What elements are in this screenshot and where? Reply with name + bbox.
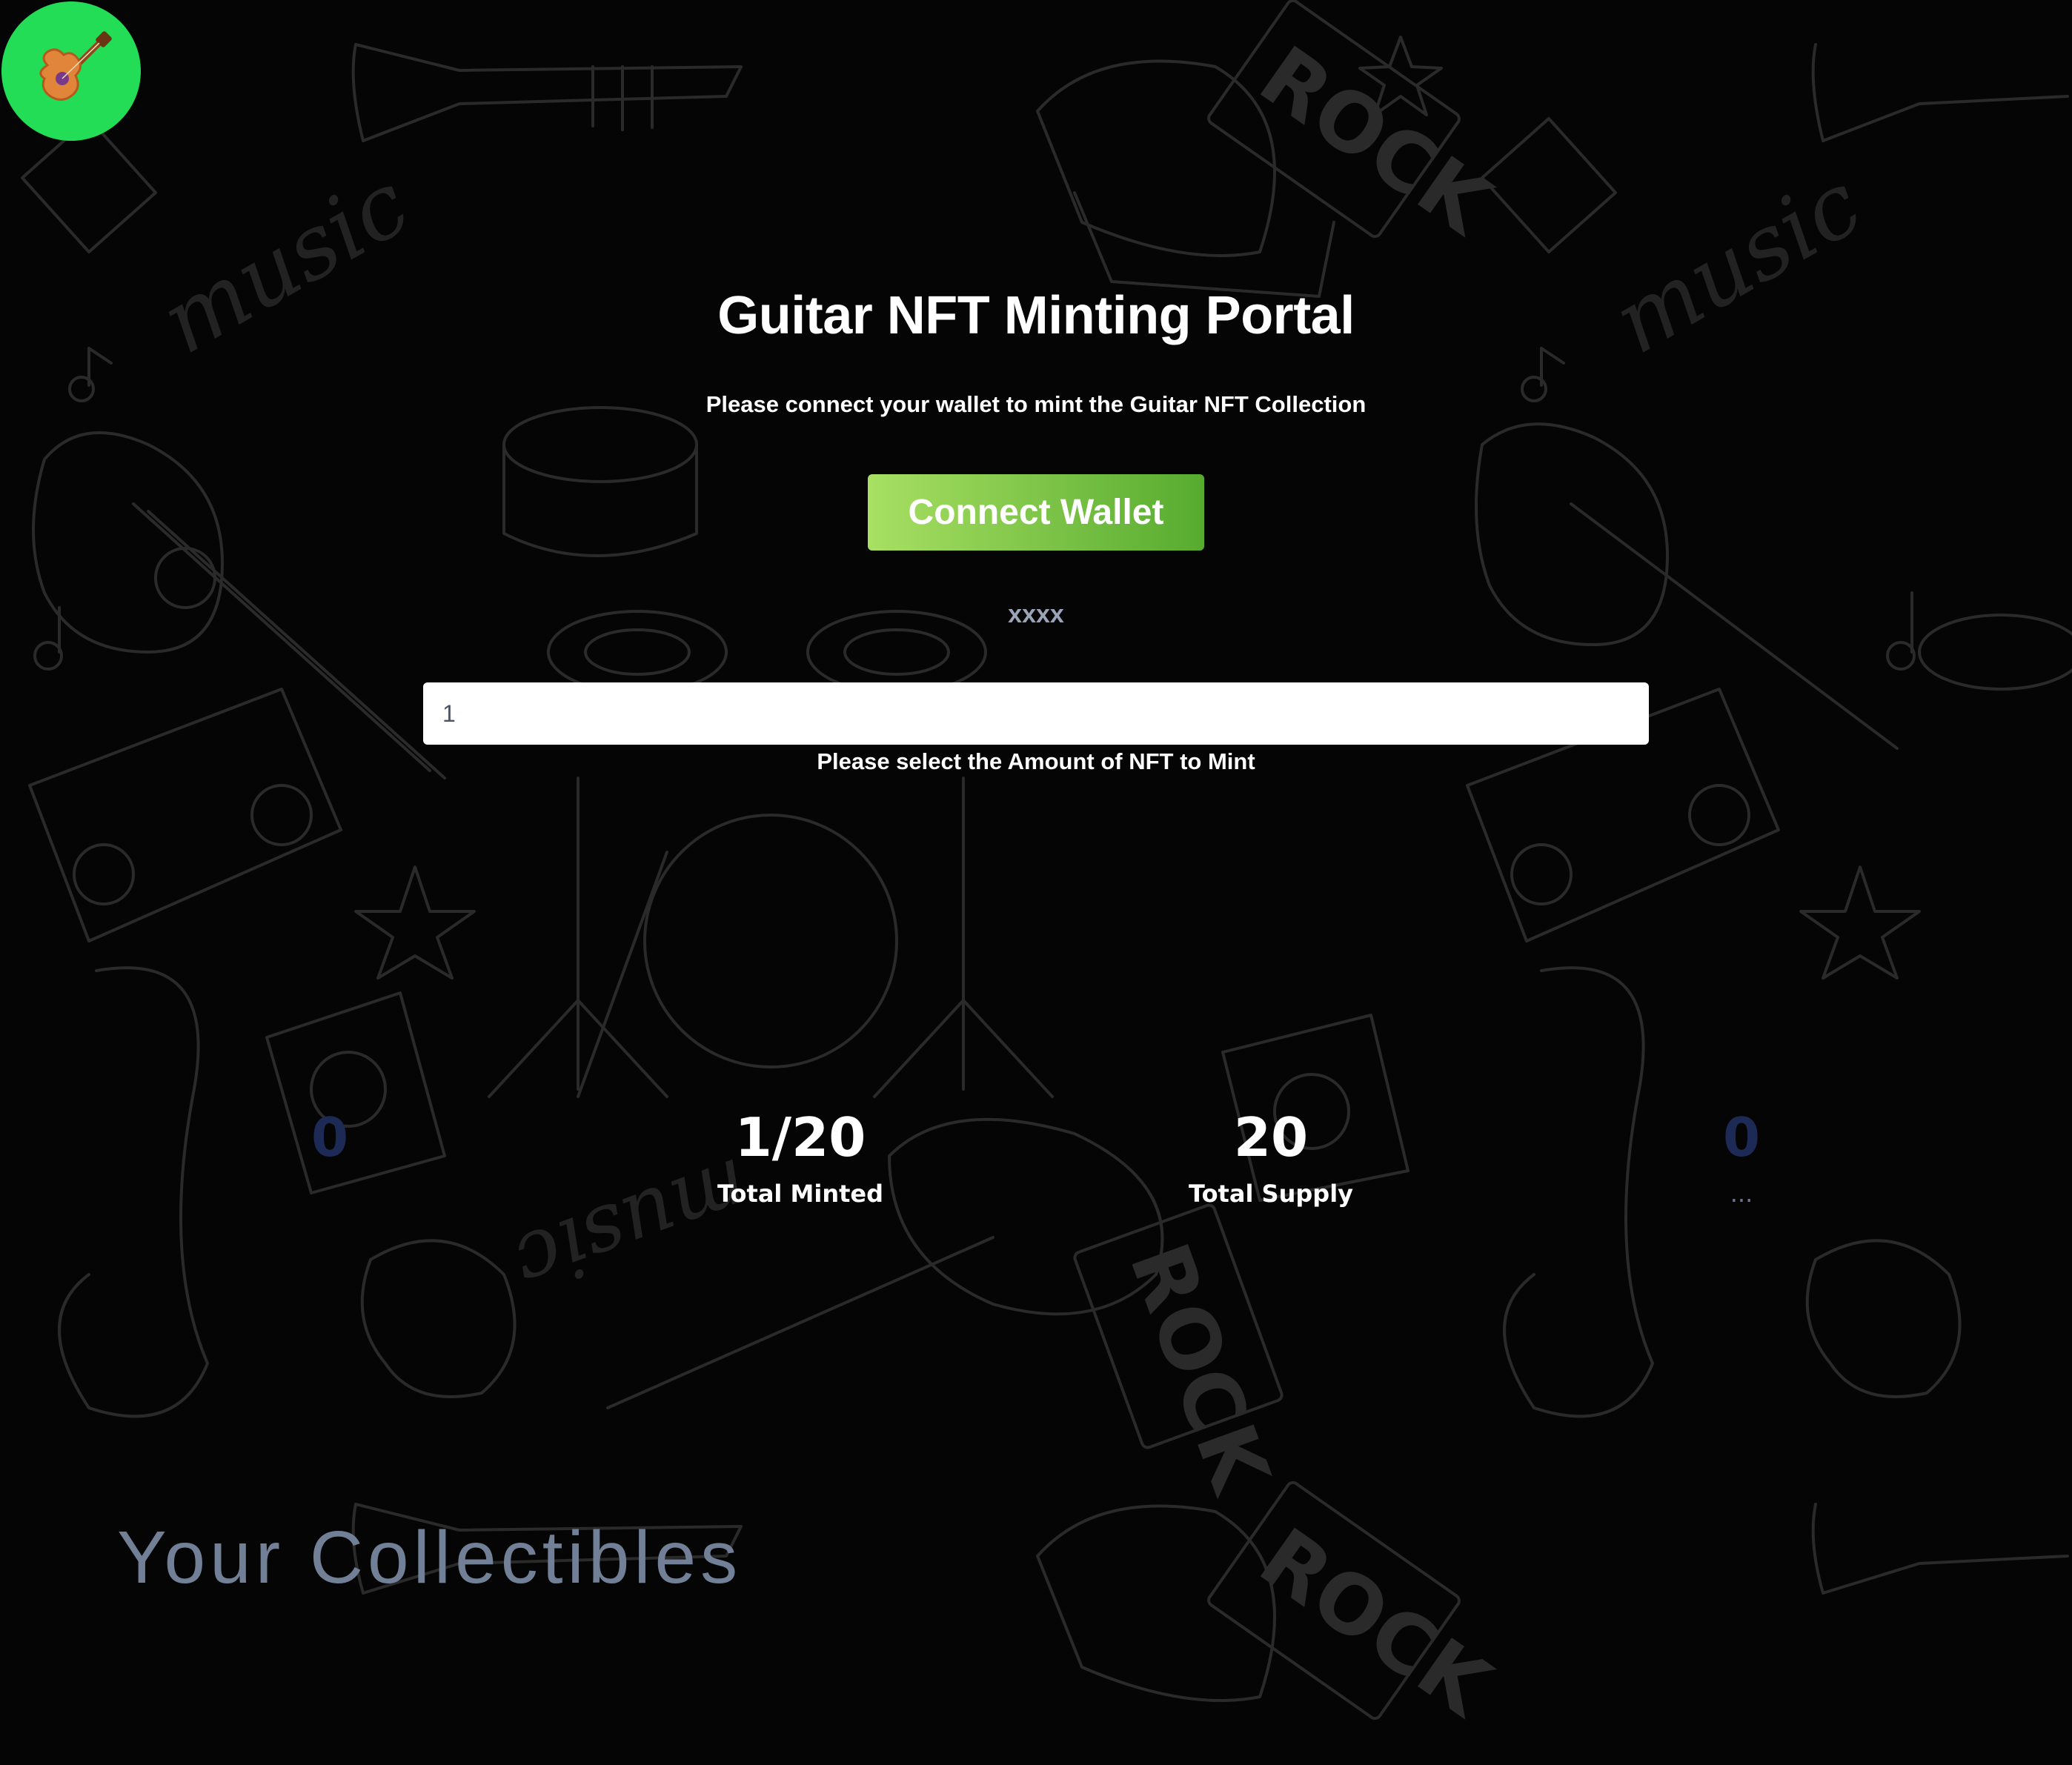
mint-amount-help: Please select the Amount of NFT to Mint [817, 748, 1255, 774]
stat-left: 0 [182, 1104, 478, 1180]
page-subtitle: Please connect your wallet to mint the G… [705, 391, 1367, 417]
stat-right-label: ... [1730, 1180, 1753, 1208]
connect-wallet-button[interactable]: Connect Wallet [868, 474, 1204, 551]
stat-left-value: 0 [311, 1106, 349, 1169]
total-supply-label: Total Supply [1188, 1180, 1354, 1208]
svg-text:ROCK: ROCK [1243, 1510, 1509, 1735]
page-title: Guitar NFT Minting Portal [717, 286, 1355, 345]
svg-text:ROCK: ROCK [1112, 1231, 1289, 1506]
svg-text:ROCK: ROCK [1243, 28, 1509, 253]
wallet-status-text: xxxx [1008, 600, 1064, 628]
total-supply-value: 20 [1233, 1106, 1309, 1169]
mint-amount-input[interactable] [423, 682, 1649, 745]
music-doodle-background: ROCK ROCK music music music ROCK [21, 0, 2072, 1735]
collectibles-heading: Your Collectibles [117, 1516, 743, 1599]
total-minted-value: 1/20 [734, 1106, 866, 1169]
guitar-logo[interactable] [1, 1, 141, 141]
stat-right: 0 ... [1593, 1104, 1890, 1208]
page: ROCK ROCK music music music ROCK Guitar … [0, 0, 2072, 1765]
total-minted-label: Total Minted [717, 1180, 884, 1208]
guitar-icon [39, 31, 112, 101]
stat-right-value: 0 [1722, 1106, 1761, 1169]
stat-total-minted: 1/20 Total Minted [652, 1104, 949, 1208]
stat-total-supply: 20 Total Supply [1123, 1104, 1419, 1208]
